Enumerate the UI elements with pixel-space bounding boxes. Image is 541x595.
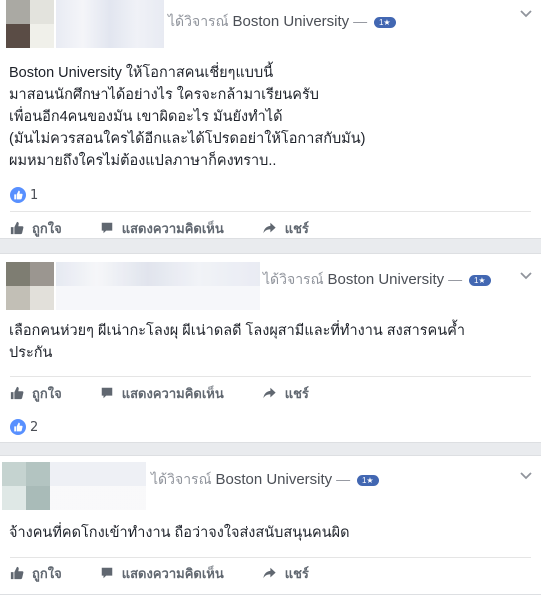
- thumbs-up-icon: [10, 386, 24, 400]
- divider: [10, 557, 531, 558]
- post-text-line: ประกัน: [9, 345, 53, 361]
- rating-badge: 1★: [468, 274, 491, 286]
- like-label: ถูกใจ: [32, 386, 62, 402]
- comment-button[interactable]: แสดงความคิดเห็น: [100, 563, 224, 584]
- comment-label: แสดงความคิดเห็น: [121, 221, 224, 237]
- share-arrow-icon: [263, 387, 276, 399]
- like-button[interactable]: ถูกใจ: [10, 563, 62, 584]
- comment-label: แสดงความคิดเห็น: [121, 386, 224, 402]
- headline-separator: —: [336, 471, 351, 487]
- chevron-down-icon[interactable]: [520, 272, 532, 280]
- post-text-line: จ้างคนที่คดโกงเข้าทำงาน ถือว่าจงใจส่งสนั…: [9, 525, 350, 541]
- post-text: จ้างคนที่คดโกงเข้าทำงาน ถือว่าจงใจส่งสนั…: [9, 522, 531, 544]
- comment-button[interactable]: แสดงความคิดเห็น: [100, 383, 224, 404]
- post-header: ได้วิจารณ์ Boston University — 1★: [0, 254, 541, 310]
- reviewer-name-redacted[interactable]: [50, 462, 146, 510]
- action-bar: ถูกใจ แสดงความคิดเห็น แชร์: [10, 562, 347, 584]
- thumbs-up-icon: [10, 221, 24, 235]
- share-arrow-icon: [263, 567, 276, 579]
- action-bar: ถูกใจ แสดงความคิดเห็น แชร์: [10, 382, 347, 404]
- divider: [10, 376, 531, 377]
- divider: [10, 211, 531, 212]
- review-headline: ได้วิจารณ์ Boston University — 1★: [168, 11, 396, 33]
- comment-icon: [101, 222, 112, 234]
- post-text: Boston University ให้โอกาสคนเชี่ยๆแบบนี้…: [9, 62, 531, 172]
- share-button[interactable]: แชร์: [262, 383, 309, 404]
- review-post-2: ได้วิจารณ์ Boston University — 1★ เลือกค…: [0, 253, 541, 443]
- post-text-line: มาสอนนักศึกษาได้อย่างไร ใครจะกล้ามาเรียน…: [9, 87, 319, 103]
- reviewer-name-redacted[interactable]: [56, 262, 260, 310]
- comment-button[interactable]: แสดงความคิดเห็น: [100, 218, 224, 239]
- share-label: แชร์: [284, 386, 309, 402]
- share-arrow-icon: [263, 222, 276, 234]
- action-bar: ถูกใจ แสดงความคิดเห็น แชร์: [10, 217, 347, 239]
- post-text: เลือกคนห่วยๆ ผีเน่ากะโลงผุ ผีเน่าดลดี โล…: [9, 320, 531, 364]
- review-headline: ได้วิจารณ์ Boston University — 1★: [151, 469, 379, 491]
- share-button[interactable]: แชร์: [262, 563, 309, 584]
- headline-prefix: ได้วิจารณ์: [151, 471, 212, 487]
- comment-icon: [101, 387, 112, 399]
- post-text-line: Boston University ให้โอกาสคนเชี่ยๆแบบนี้: [9, 65, 274, 81]
- share-label: แชร์: [284, 566, 309, 582]
- like-count: 2: [30, 419, 39, 435]
- post-text-line: ผมหมายถึงใครไม่ต้องแปลภาษาก็คงทราบ..: [9, 153, 277, 169]
- headline-prefix: ได้วิจารณ์: [168, 13, 229, 29]
- post-header: ได้วิจารณ์ Boston University — 1★: [0, 456, 541, 510]
- share-button[interactable]: แชร์: [262, 218, 309, 239]
- headline-prefix: ได้วิจารณ์: [263, 271, 324, 287]
- page-name-link[interactable]: Boston University: [232, 13, 349, 30]
- post-header: ได้วิจารณ์ Boston University — 1★: [0, 0, 541, 50]
- review-post-1: ได้วิจารณ์ Boston University — 1★ Boston…: [0, 0, 541, 239]
- like-reaction-icon: [10, 419, 26, 435]
- avatar[interactable]: [2, 462, 50, 510]
- like-label: ถูกใจ: [32, 221, 62, 237]
- avatar[interactable]: [6, 262, 54, 310]
- like-label: ถูกใจ: [32, 566, 62, 582]
- rating-badge: 1★: [356, 474, 379, 486]
- like-count-row[interactable]: 1: [10, 186, 38, 204]
- like-count-row[interactable]: 2: [10, 418, 38, 436]
- share-label: แชร์: [284, 221, 309, 237]
- thumbs-up-icon: [10, 566, 24, 580]
- review-headline: ได้วิจารณ์ Boston University — 1★: [263, 269, 491, 291]
- rating-badge: 1★: [373, 16, 396, 28]
- post-text-line: (มันไม่ควรสอนใครได้อีกและได้โปรดอย่าให้โ…: [9, 131, 366, 147]
- avatar[interactable]: [6, 0, 54, 48]
- like-button[interactable]: ถูกใจ: [10, 383, 62, 404]
- page-name-link[interactable]: Boston University: [215, 471, 332, 488]
- reviewer-name-redacted[interactable]: [56, 0, 164, 48]
- like-button[interactable]: ถูกใจ: [10, 218, 62, 239]
- chevron-down-icon[interactable]: [520, 10, 532, 18]
- comment-label: แสดงความคิดเห็น: [121, 566, 224, 582]
- like-reaction-icon: [10, 187, 26, 203]
- comment-icon: [101, 567, 112, 579]
- like-count: 1: [30, 187, 39, 203]
- chevron-down-icon[interactable]: [520, 472, 532, 480]
- post-text-line: เลือกคนห่วยๆ ผีเน่ากะโลงผุ ผีเน่าดลดี โล…: [9, 323, 465, 339]
- post-text-line: เพื่อนอีก4คนของมัน เขาผิดอะไร มันยังทำได…: [9, 109, 283, 125]
- review-post-3: ได้วิจารณ์ Boston University — 1★ จ้างคน…: [0, 455, 541, 595]
- page-name-link[interactable]: Boston University: [327, 271, 444, 288]
- headline-separator: —: [353, 13, 368, 29]
- headline-separator: —: [448, 271, 463, 287]
